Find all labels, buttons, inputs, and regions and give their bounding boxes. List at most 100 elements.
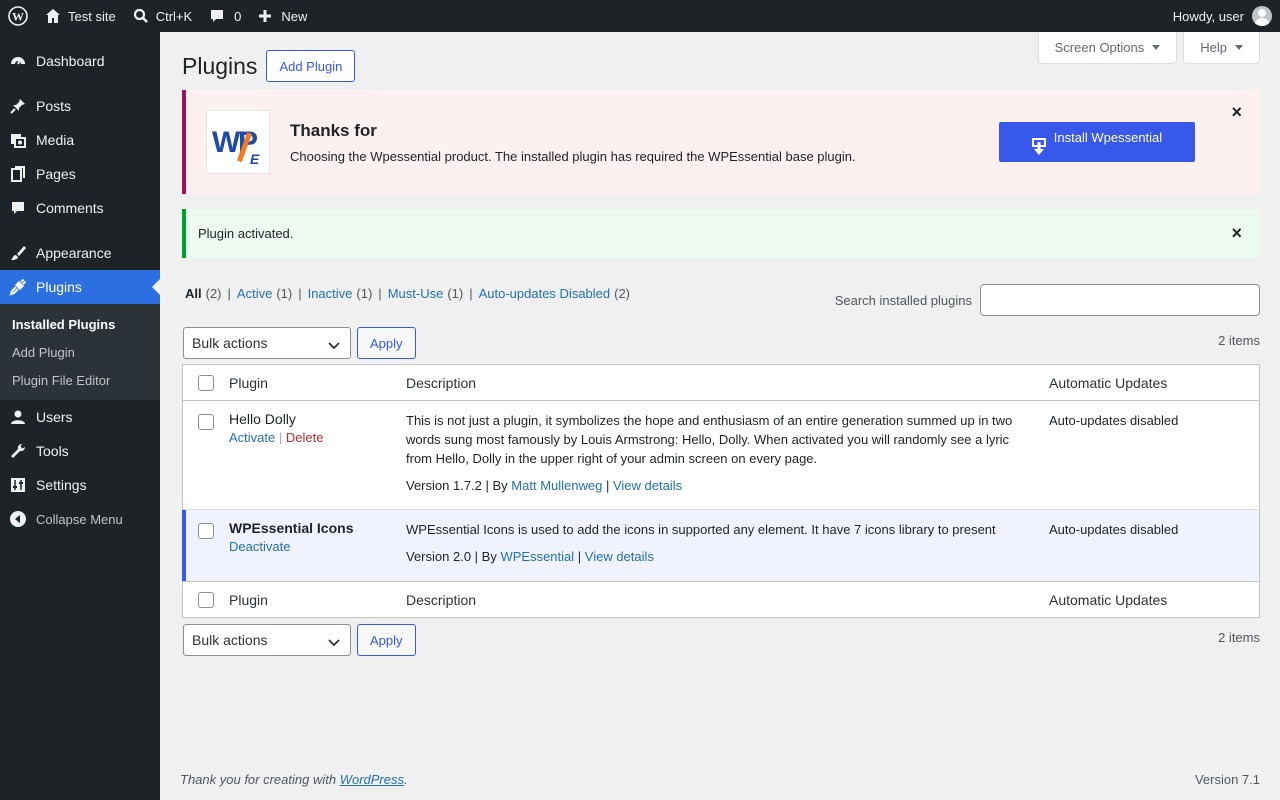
admin-footer: Thank you for creating with WordPress. V… xyxy=(180,772,1260,787)
help-button[interactable]: Help xyxy=(1183,32,1260,64)
items-count: 2 items xyxy=(1218,630,1260,645)
menu-label: Tools xyxy=(36,443,69,459)
menu-tools[interactable]: Tools xyxy=(0,434,160,468)
plugin-description: WPEssential Icons is used to add the ico… xyxy=(406,522,996,537)
wordpress-link[interactable]: WordPress xyxy=(340,772,404,787)
site-name-link[interactable]: Test site xyxy=(36,0,124,32)
new-content-button[interactable]: New xyxy=(249,0,315,32)
menu-label: Comments xyxy=(36,200,104,216)
footer-version: Version 7.1 xyxy=(1194,772,1260,787)
menu-label: Appearance xyxy=(36,245,112,261)
screen-options-button[interactable]: Screen Options xyxy=(1037,32,1178,64)
chevron-down-icon xyxy=(328,338,340,354)
submenu-add-plugin[interactable]: Add Plugin xyxy=(0,338,160,366)
howdy-text: Howdy, user xyxy=(1172,8,1244,24)
add-plugin-button[interactable]: Add Plugin xyxy=(266,50,356,82)
svg-text:E: E xyxy=(250,151,260,167)
media-icon xyxy=(0,131,36,149)
apply-button[interactable]: Apply xyxy=(357,624,416,656)
apply-button[interactable]: Apply xyxy=(357,327,416,359)
menu-label: Dashboard xyxy=(36,53,105,69)
collapse-menu-button[interactable]: Collapse Menu xyxy=(0,502,160,536)
bulk-actions-select[interactable]: Bulk actions xyxy=(183,327,351,359)
home-icon xyxy=(44,7,62,25)
column-automatic-updates: Automatic Updates xyxy=(1049,591,1168,608)
deactivate-link[interactable]: Deactivate xyxy=(229,539,290,554)
filter-must-use[interactable]: Must-Use (1) xyxy=(388,286,464,301)
bulk-actions-select[interactable]: Bulk actions xyxy=(183,624,351,656)
dashboard-icon xyxy=(0,52,36,70)
author-link[interactable]: Matt Mullenweg xyxy=(511,478,602,493)
menu-posts[interactable]: Posts xyxy=(0,89,160,123)
submenu-installed-plugins[interactable]: Installed Plugins xyxy=(0,310,160,338)
activate-link[interactable]: Activate xyxy=(229,430,275,445)
select-all-checkbox[interactable] xyxy=(198,374,214,391)
comments-count: 0 xyxy=(234,8,242,24)
tablenav-bottom: Bulk actions Apply 2 items xyxy=(183,624,1260,656)
screen-options-label: Screen Options xyxy=(1054,40,1145,55)
search-label: Search installed plugins xyxy=(834,292,972,308)
menu-label: Pages xyxy=(36,166,76,182)
dismiss-icon[interactable]: × xyxy=(1231,102,1242,123)
menu-dashboard[interactable]: Dashboard xyxy=(0,44,160,78)
filter-auto-updates-disabled[interactable]: Auto-updates Disabled (2) xyxy=(479,286,630,301)
menu-media[interactable]: Media xyxy=(0,123,160,157)
search-box: Search installed plugins xyxy=(835,284,1260,316)
comment-icon xyxy=(208,7,226,25)
column-plugin: Plugin xyxy=(229,591,268,608)
plugin-meta: Version 1.7.2 | By Matt Mullenweg | View… xyxy=(406,478,683,493)
row-checkbox[interactable] xyxy=(198,414,214,430)
column-automatic-updates: Automatic Updates xyxy=(1049,374,1168,391)
page-title: Plugins xyxy=(182,52,258,79)
row-checkbox[interactable] xyxy=(198,523,214,539)
menu-appearance[interactable]: Appearance xyxy=(0,236,160,270)
filter-inactive[interactable]: Inactive (1) xyxy=(308,286,373,301)
user-icon xyxy=(0,408,36,426)
wpessential-logo-icon: W P E xyxy=(206,110,270,174)
sliders-icon xyxy=(0,476,36,494)
search-input[interactable] xyxy=(980,284,1260,316)
menu-users[interactable]: Users xyxy=(0,400,160,434)
filter-active[interactable]: Active (1) xyxy=(237,286,292,301)
table-row: WPEssential Icons Deactivate WPEssential… xyxy=(182,510,1259,581)
view-details-link[interactable]: View details xyxy=(585,549,654,564)
command-palette-button[interactable]: Ctrl+K xyxy=(124,0,200,32)
table-row: Hello Dolly Activate | Delete This is no… xyxy=(183,401,1259,510)
search-icon xyxy=(132,7,150,25)
comments-link[interactable]: 0 xyxy=(200,0,249,32)
author-link[interactable]: WPEssential xyxy=(500,549,574,564)
items-count: 2 items xyxy=(1218,333,1260,348)
table-header: Plugin Description Automatic Updates xyxy=(183,365,1259,401)
menu-pages[interactable]: Pages xyxy=(0,157,160,191)
plugin-description: This is not just a plugin, it symbolizes… xyxy=(406,413,1013,466)
select-all-checkbox[interactable] xyxy=(198,591,214,608)
delete-link[interactable]: Delete xyxy=(286,430,324,445)
bulk-actions-value: Bulk actions xyxy=(192,632,268,648)
install-label: Install Wpessential xyxy=(1053,130,1163,145)
menu-plugins[interactable]: Plugins xyxy=(0,270,160,304)
menu-label: Users xyxy=(36,409,73,425)
submenu-plugin-file-editor[interactable]: Plugin File Editor xyxy=(0,366,160,394)
view-details-link[interactable]: View details xyxy=(613,478,682,493)
wordpress-logo-icon[interactable]: W xyxy=(0,0,36,32)
screen-meta-links: Screen Options Help xyxy=(1037,32,1260,64)
plugin-name: WPEssential Icons xyxy=(229,520,354,536)
menu-label: Settings xyxy=(36,477,87,493)
menu-label: Posts xyxy=(36,98,72,114)
dismiss-icon[interactable]: × xyxy=(1231,223,1242,244)
plus-icon xyxy=(257,8,273,24)
admin-menu: Dashboard Posts Media Pages Comments App… xyxy=(0,32,160,800)
column-plugin: Plugin xyxy=(229,374,268,391)
install-wpessential-button[interactable]: Install Wpessential xyxy=(999,122,1195,162)
plugin-version: Version 1.7.2 xyxy=(406,478,482,493)
filter-all[interactable]: All (2) xyxy=(185,286,222,301)
new-label: New xyxy=(281,8,308,24)
wrench-icon xyxy=(0,442,36,460)
auto-updates-status: Auto-updates disabled xyxy=(1049,413,1179,428)
avatar xyxy=(1252,6,1272,26)
brush-icon xyxy=(0,244,36,262)
menu-comments[interactable]: Comments xyxy=(0,191,160,225)
my-account[interactable]: Howdy, user xyxy=(1173,6,1280,26)
menu-settings[interactable]: Settings xyxy=(0,468,160,502)
plugin-version: Version 2.0 xyxy=(406,549,472,564)
